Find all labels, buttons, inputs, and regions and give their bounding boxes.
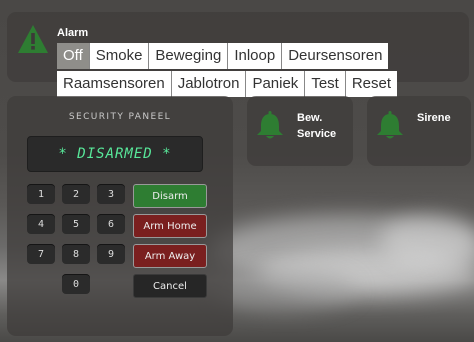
warning-triangle-icon bbox=[18, 25, 48, 53]
alarm-mode-paniek[interactable]: Paniek bbox=[246, 71, 306, 97]
sirene-card[interactable]: Sirene bbox=[367, 96, 471, 166]
keypad-key-7[interactable]: 7 bbox=[27, 244, 55, 264]
panel-title: SECURITY PANEEL bbox=[68, 112, 172, 122]
cancel-button[interactable]: Cancel bbox=[133, 274, 207, 298]
alarm-mode-row-2: Raamsensoren Jablotron Paniek Test Reset bbox=[57, 71, 432, 97]
service-label-line1: Bew. bbox=[297, 112, 323, 124]
keypad-key-9[interactable]: 9 bbox=[97, 244, 125, 264]
alarm-mode-jablotron[interactable]: Jablotron bbox=[171, 71, 247, 97]
keypad-key-6[interactable]: 6 bbox=[97, 214, 125, 234]
keypad-key-4[interactable]: 4 bbox=[27, 214, 55, 234]
security-panel: SECURITY PANEEL * DISARMED * 1 2 3 4 5 6… bbox=[7, 96, 233, 336]
alarm-mode-inloop[interactable]: Inloop bbox=[228, 43, 283, 69]
alarm-mode-test[interactable]: Test bbox=[305, 71, 346, 97]
disarm-button[interactable]: Disarm bbox=[133, 184, 207, 208]
service-card[interactable]: Bew. Service bbox=[247, 96, 353, 166]
bell-icon bbox=[377, 111, 403, 139]
keypad-key-1[interactable]: 1 bbox=[27, 184, 55, 204]
arm-away-button[interactable]: Arm Away bbox=[133, 244, 207, 268]
alarm-mode-deursensoren[interactable]: Deursensoren bbox=[282, 43, 389, 69]
alarm-mode-smoke[interactable]: Smoke bbox=[89, 43, 150, 69]
keypad-key-3[interactable]: 3 bbox=[97, 184, 125, 204]
arm-home-button[interactable]: Arm Home bbox=[133, 214, 207, 238]
alarm-title: Alarm bbox=[57, 27, 89, 39]
alarm-mode-row-1: Off Smoke Beweging Inloop Deursensoren bbox=[57, 43, 432, 69]
keypad-key-2[interactable]: 2 bbox=[62, 184, 90, 204]
alarm-mode-raamsensoren[interactable]: Raamsensoren bbox=[57, 71, 172, 97]
status-display: * DISARMED * bbox=[27, 136, 203, 172]
keypad-key-5[interactable]: 5 bbox=[62, 214, 90, 234]
service-label-line2: Service bbox=[297, 128, 337, 140]
alarm-mode-selector: Off Smoke Beweging Inloop Deursensoren R… bbox=[57, 43, 432, 97]
keypad-key-8[interactable]: 8 bbox=[62, 244, 90, 264]
alarm-mode-off[interactable]: Off bbox=[57, 43, 90, 69]
alarm-mode-reset[interactable]: Reset bbox=[345, 71, 398, 97]
alarm-mode-beweging[interactable]: Beweging bbox=[149, 43, 229, 69]
bell-icon bbox=[257, 111, 283, 139]
keypad-key-0[interactable]: 0 bbox=[62, 274, 90, 294]
sirene-label: Sirene bbox=[417, 112, 451, 124]
